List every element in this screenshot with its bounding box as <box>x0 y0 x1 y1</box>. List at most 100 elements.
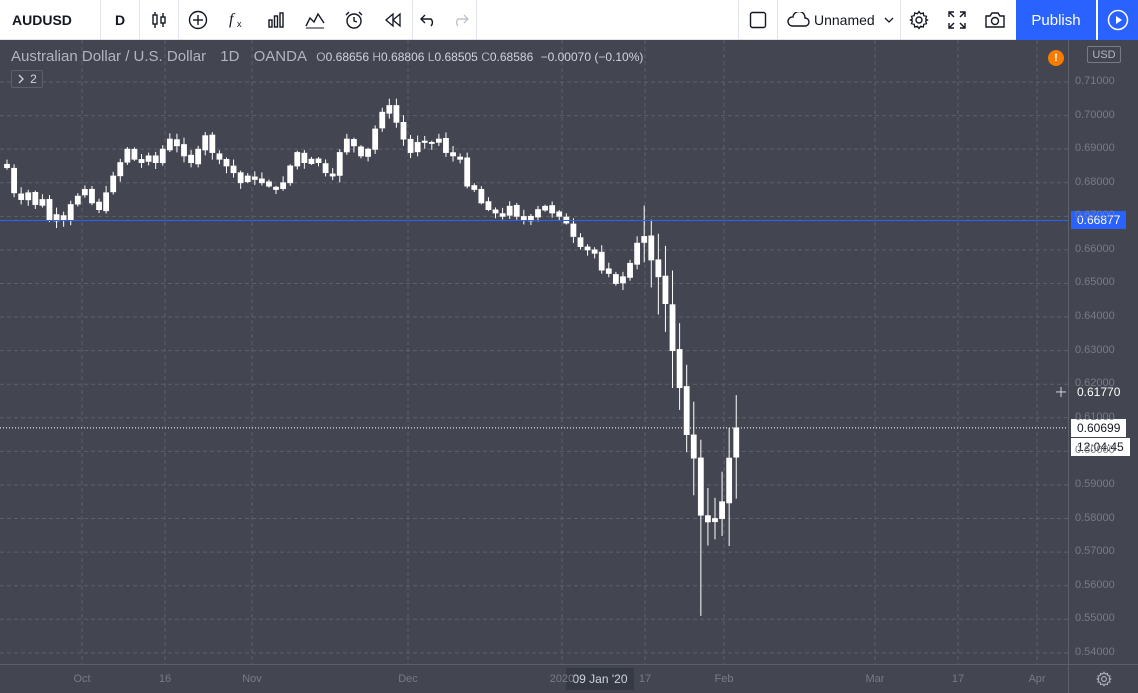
chevron-down-icon <box>884 17 894 23</box>
axis-settings-button[interactable] <box>1068 664 1138 693</box>
price-tick-label: 0.61000 <box>1075 410 1115 423</box>
compare-button[interactable] <box>179 0 217 40</box>
undo-button[interactable] <box>413 0 445 40</box>
price-axis[interactable]: USD 0.66877 0.61770 0.60699 12:04:45 0.7… <box>1068 40 1138 664</box>
candle-up <box>372 128 379 150</box>
candle-down <box>697 457 704 516</box>
svg-text:f: f <box>229 11 236 28</box>
candle-up <box>627 262 633 278</box>
templates-button[interactable] <box>296 0 334 40</box>
change-value: −0.00070 (−0.10%) <box>540 50 644 64</box>
candle-up <box>159 148 166 164</box>
candle-down <box>492 209 499 214</box>
snapshot-button[interactable] <box>976 0 1014 40</box>
candle-down <box>258 178 265 184</box>
redo-button[interactable] <box>444 0 476 40</box>
play-circle-icon <box>1107 9 1129 31</box>
candle-up <box>733 427 740 458</box>
top-toolbar: AUDUSD D fx Unnamed Publish <box>0 0 1138 40</box>
candle-up <box>166 138 173 151</box>
price-tick-label: 0.58000 <box>1075 511 1115 524</box>
legend-source: OANDA <box>253 48 307 65</box>
candle-down <box>4 163 10 169</box>
candle-down <box>570 223 577 237</box>
financials-button[interactable] <box>257 0 295 40</box>
candle-down <box>450 152 456 157</box>
indicators-button[interactable]: fx <box>218 0 256 40</box>
price-tick-label: 0.56000 <box>1075 578 1115 591</box>
gear-icon <box>1095 671 1112 687</box>
alarm-clock-icon <box>345 11 363 29</box>
price-tick-label: 0.60000 <box>1075 444 1115 457</box>
candle-up <box>39 199 46 206</box>
save-layout-button[interactable]: Unnamed <box>778 0 900 40</box>
settings-button[interactable] <box>901 0 937 40</box>
chart-pane[interactable]: Australian Dollar / U.S. Dollar 1D OANDA… <box>0 40 1068 664</box>
alert-button[interactable] <box>335 0 373 40</box>
play-button[interactable] <box>1098 0 1138 40</box>
interval-button[interactable]: D <box>101 0 139 40</box>
candle-down <box>11 167 17 194</box>
candle-up <box>379 111 386 129</box>
candle-down <box>251 176 258 180</box>
candle-up <box>506 205 513 216</box>
candle-up <box>117 162 124 177</box>
price-tick-label: 0.66000 <box>1075 242 1115 255</box>
candle-down <box>138 159 145 163</box>
time-axis[interactable]: 09 Jan '20 Oct 16 Nov Dec 2020 17 Feb Mar 17 Apr <box>0 664 1068 693</box>
candle-down <box>237 172 244 184</box>
candle-down <box>393 105 400 123</box>
candle-down <box>499 213 506 217</box>
candle-up <box>294 152 301 167</box>
candle-up <box>202 135 209 151</box>
price-tick-label: 0.57000 <box>1075 545 1115 558</box>
indicators-count: 2 <box>30 72 37 86</box>
candle-down <box>209 134 216 153</box>
candle-up <box>124 148 131 163</box>
publish-button[interactable]: Publish <box>1016 0 1096 40</box>
candle-down <box>655 259 662 278</box>
currency-label[interactable]: USD <box>1087 46 1121 63</box>
candle-up <box>641 236 648 243</box>
price-tick-label: 0.67000 <box>1075 209 1115 222</box>
candle-up <box>81 189 88 196</box>
bar-chart-icon <box>268 12 284 28</box>
price-tick-label: 0.55000 <box>1075 612 1115 625</box>
chevron-right-icon <box>18 74 25 84</box>
candle-up <box>542 205 548 211</box>
price-tick-label: 0.65000 <box>1075 276 1115 289</box>
indicators-toggle[interactable]: 2 <box>11 70 43 88</box>
time-tick-label: Dec <box>398 673 418 685</box>
candle-up <box>53 214 60 222</box>
candle-down <box>266 181 272 187</box>
price-tick-label: 0.69000 <box>1075 142 1115 155</box>
candle-up <box>726 457 733 504</box>
chart-legend: Australian Dollar / U.S. Dollar 1D OANDA… <box>11 48 643 65</box>
candle-down <box>329 173 336 177</box>
price-tick-label: 0.62000 <box>1075 377 1115 390</box>
cloud-icon <box>787 12 810 27</box>
candle-up <box>620 276 626 284</box>
candle-down <box>485 201 492 211</box>
plus-circle-icon <box>188 10 208 30</box>
alert-warning-icon[interactable]: ! <box>1048 50 1064 66</box>
price-tick-label: 0.59000 <box>1075 477 1115 490</box>
candle-down <box>230 165 237 174</box>
chart-type-button[interactable] <box>140 0 178 40</box>
open-label: O <box>316 50 326 64</box>
candle-down <box>46 198 53 221</box>
candle-up <box>103 192 110 212</box>
price-tick-label: 0.70000 <box>1075 108 1115 121</box>
candle-down <box>273 186 279 190</box>
fullscreen-button[interactable] <box>938 0 976 40</box>
price-tick-label: 0.71000 <box>1075 75 1115 87</box>
replay-button[interactable] <box>374 0 412 40</box>
candle-down <box>605 268 612 274</box>
layout-button[interactable] <box>739 0 777 40</box>
symbol-search-button[interactable]: AUDUSD <box>0 0 100 40</box>
high-label: H <box>372 50 382 64</box>
candle-up <box>244 175 251 183</box>
time-tick-label: Nov <box>242 673 262 685</box>
candle-down <box>591 249 598 254</box>
candlestick-chart[interactable] <box>0 40 1068 664</box>
